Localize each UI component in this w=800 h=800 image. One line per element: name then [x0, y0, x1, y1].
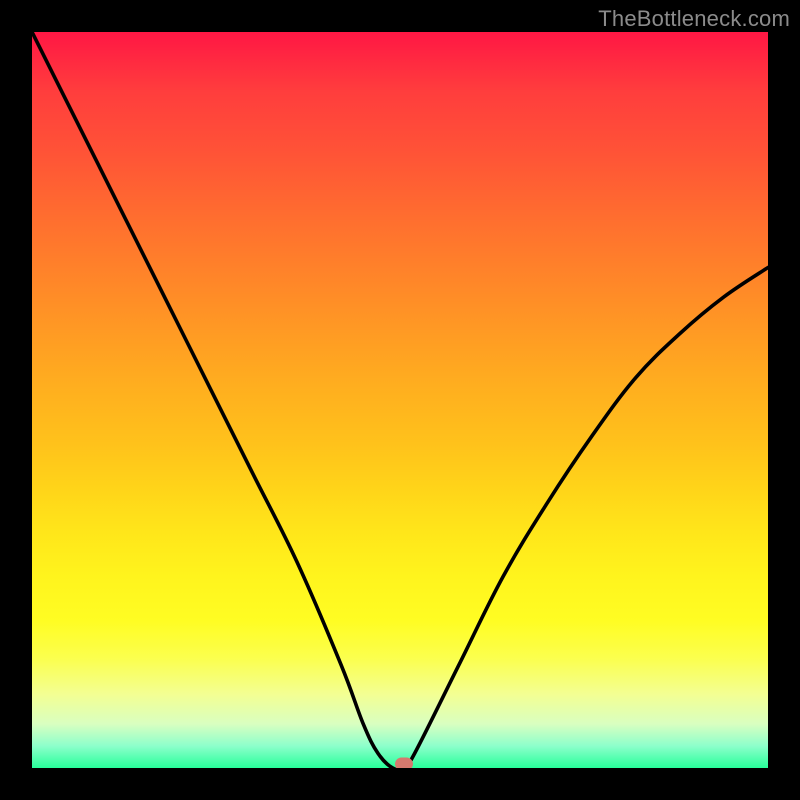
watermark-text: TheBottleneck.com: [598, 6, 790, 32]
curve-svg: [32, 32, 768, 768]
chart-frame: TheBottleneck.com: [0, 0, 800, 800]
bottleneck-curve: [32, 32, 768, 768]
minimum-marker: [395, 757, 413, 768]
plot-area: [32, 32, 768, 768]
